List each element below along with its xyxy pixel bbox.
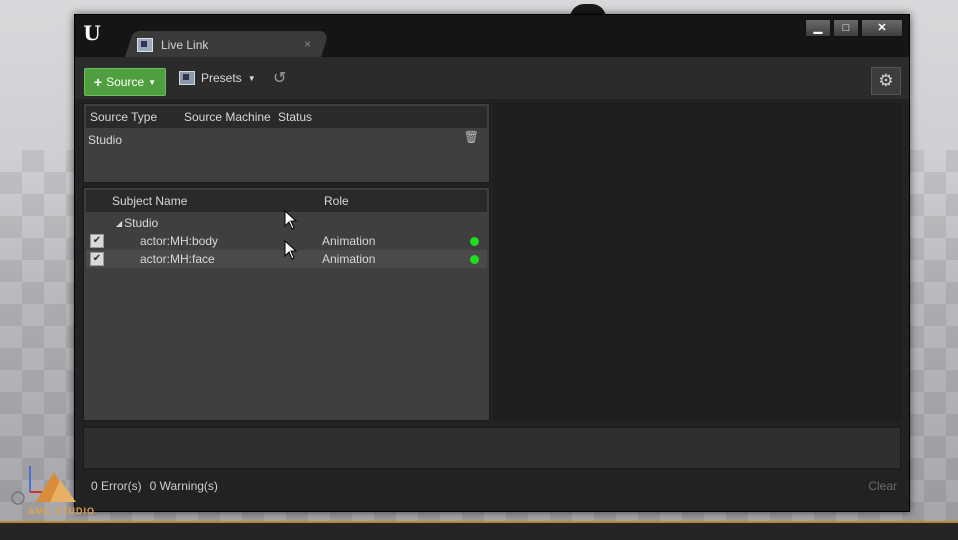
live-link-tab-icon [137, 38, 153, 52]
status-ok-icon [470, 254, 479, 264]
maximize-button[interactable]: □ [833, 19, 859, 37]
column-source-machine[interactable]: Source Machine [184, 110, 278, 124]
column-subject-name[interactable]: Subject Name [112, 194, 324, 208]
toolbar: + Source ▼ Presets ▼ ↺ ⚙ [75, 57, 909, 99]
subject-name: actor:MH:body [140, 234, 219, 248]
subject-role: Animation [322, 234, 376, 248]
chevron-down-icon: ▼ [148, 77, 157, 87]
subject-role: Animation [322, 252, 376, 266]
undo-icon[interactable]: ↺ [273, 71, 286, 87]
trash-icon[interactable]: 🗑 [464, 130, 479, 144]
plus-icon: + [93, 74, 103, 90]
subject-name: actor:MH:face [140, 252, 215, 266]
watermark-text: AMC STUDIO [28, 506, 95, 516]
presets-button-label: Presets [201, 71, 242, 85]
close-button[interactable]: ✕ [861, 19, 903, 37]
column-status[interactable]: Status [278, 110, 358, 124]
source-type-cell: Studio [88, 133, 123, 147]
message-log [83, 427, 901, 469]
subject-enabled-checkbox[interactable]: ✔ [90, 252, 104, 266]
column-role[interactable]: Role [324, 194, 444, 208]
amc-logo-icon [11, 466, 76, 505]
presets-button[interactable]: Presets ▼ [179, 71, 256, 85]
tab-label: Live Link [161, 38, 209, 52]
source-button-label: Source [106, 75, 145, 89]
status-bar: 0 Error(s) 0 Warning(s) Clear [83, 471, 901, 501]
group-label: Studio [124, 216, 159, 230]
source-row[interactable]: Studio 🗑 [88, 130, 487, 150]
clear-button[interactable]: Clear [868, 479, 897, 493]
subjects-header: Subject Name Role [86, 190, 487, 212]
add-source-button[interactable]: + Source ▼ [84, 68, 166, 96]
subject-enabled-checkbox[interactable]: ✔ [90, 234, 104, 248]
window-controls: ▁ □ ✕ [805, 19, 903, 37]
amc-studio-watermark: AMC STUDIO [10, 462, 110, 518]
live-link-window: U Live Link × ▁ □ ✕ + Source ▼ Presets ▼… [74, 14, 910, 512]
presets-icon [179, 71, 195, 85]
tab-close-icon[interactable]: × [304, 37, 311, 51]
bottom-strip [0, 523, 958, 540]
details-panel [493, 103, 901, 421]
warning-count: 0 Warning(s) [149, 479, 218, 493]
unreal-logo-icon: U [83, 21, 101, 45]
sources-panel: Source Type Source Machine Status Studio… [83, 103, 490, 183]
title-bar[interactable]: U Live Link × ▁ □ ✕ [75, 15, 909, 57]
tab-live-link[interactable]: Live Link × [133, 33, 323, 57]
sources-header: Source Type Source Machine Status [86, 106, 487, 128]
status-ok-icon [470, 236, 479, 246]
expand-triangle-icon[interactable]: ◢ [116, 219, 122, 228]
minimize-button[interactable]: ▁ [805, 19, 831, 37]
chevron-down-icon: ▼ [247, 73, 256, 83]
column-source-type[interactable]: Source Type [86, 110, 184, 124]
gears-icon[interactable]: ⚙ [871, 67, 901, 95]
